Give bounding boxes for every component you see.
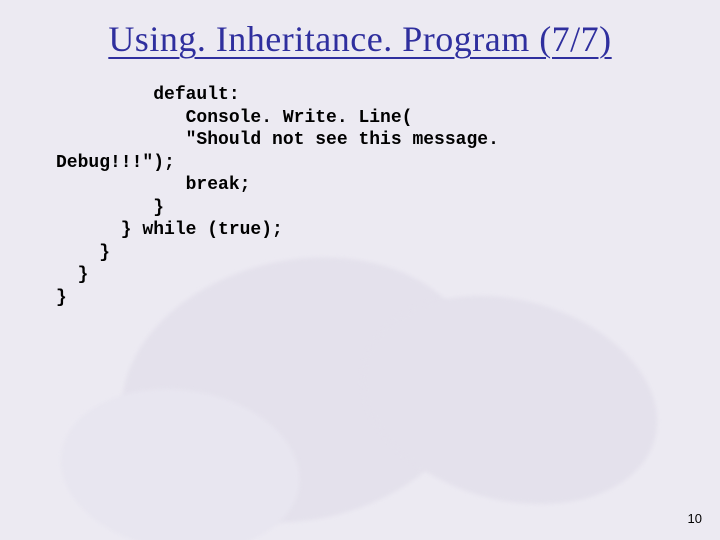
code-line: default: [56, 85, 240, 105]
code-line: "Should not see this message. [56, 130, 499, 150]
code-line: Console. Write. Line( [56, 108, 412, 128]
slide-title: Using. Inheritance. Program (7/7) [0, 0, 720, 60]
code-line: } [56, 288, 67, 308]
code-line: } [56, 198, 164, 218]
page-number: 10 [688, 511, 702, 526]
code-line: } [56, 243, 110, 263]
code-line: } while (true); [56, 220, 283, 240]
slide: Using. Inheritance. Program (7/7) defaul… [0, 0, 720, 540]
code-line: } [56, 265, 88, 285]
code-line: break; [56, 175, 250, 195]
code-block: default: Console. Write. Line( "Should n… [56, 84, 720, 309]
code-line: Debug!!!"); [56, 153, 175, 173]
